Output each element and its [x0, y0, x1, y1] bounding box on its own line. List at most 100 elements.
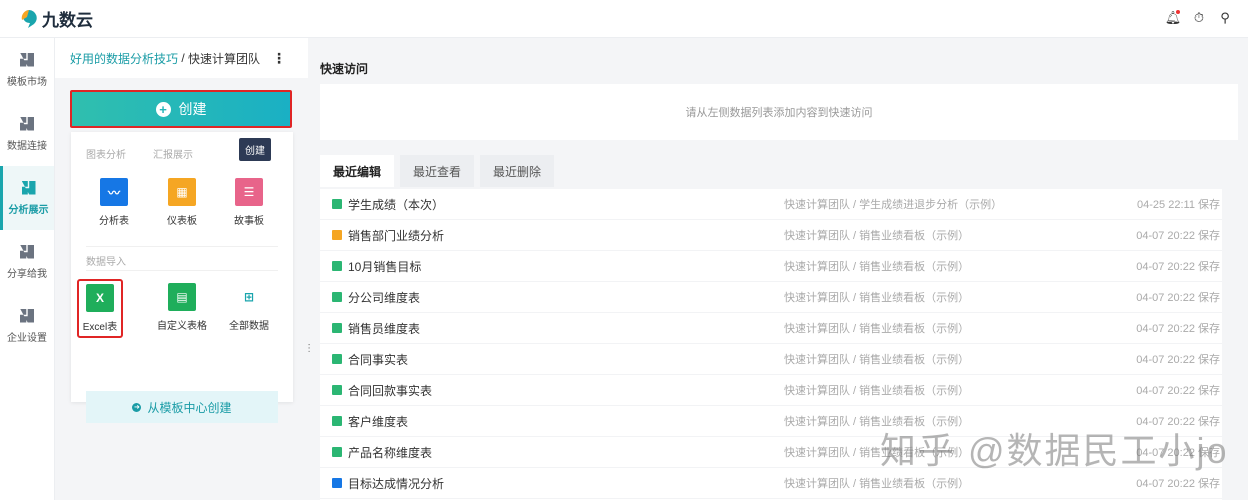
item-time: 04-07 20:22 保存 [1136, 478, 1220, 490]
item-name: 产品名称维度表 [348, 445, 433, 460]
tab-recent-edit[interactable]: 最近编辑 [320, 155, 394, 187]
item-time: 04-07 20:22 保存 [1136, 416, 1220, 428]
item-name: 分公司维度表 [348, 290, 421, 305]
tile-excel[interactable]: X Excel表 [77, 279, 123, 338]
template-button-label: 从模板中心创建 [147, 400, 232, 415]
quick-access-placeholder: 请从左侧数据列表添加内容到快速访问 [685, 107, 873, 119]
recent-list: 学生成绩（本次） 快速计算团队 / 学生成绩进退步分析（示例） 04-25 22:1… [320, 189, 1222, 500]
item-name: 合同事实表 [348, 352, 409, 367]
logo-icon [21, 9, 37, 28]
bell-icon[interactable]: 🔔︎ [1165, 10, 1181, 26]
section-data-import: 数据导入 [86, 257, 126, 268]
breadcrumb: 好用的数据分析技巧 / 快速计算团队 ⋮ [55, 38, 308, 78]
item-path: 快速计算团队 / 销售业绩看板（示例） [784, 385, 970, 397]
item-time: 04-07 20:22 保存 [1136, 230, 1220, 242]
custom-table-icon: ▤ [168, 283, 196, 311]
tile-label: Excel表 [82, 322, 118, 333]
list-item[interactable]: 目标达成情况分析 快速计算团队 / 销售业绩看板（示例） 04-07 20:22 保… [320, 468, 1222, 499]
item-time: 04-07 20:22 保存 [1136, 323, 1220, 335]
nav-enterprise-settings[interactable]: 企业设置 [0, 294, 54, 358]
tile-label: 分析表 [99, 216, 129, 227]
item-name: 客户维度表 [348, 414, 409, 429]
create-button[interactable]: + 创建 [70, 90, 292, 128]
item-time: 04-07 20:22 保存 [1136, 385, 1220, 397]
item-time: 04-07 20:22 保存 [1136, 354, 1220, 366]
list-item[interactable]: 销售员维度表 快速计算团队 / 销售业绩看板（示例） 04-07 20:22 保存 [320, 313, 1222, 344]
list-item[interactable]: 产品名称维度表 快速计算团队 / 销售业绩看板（示例） 04-07 20:22 保存 [320, 437, 1222, 468]
excel-icon: X [86, 284, 114, 312]
connection-icon [20, 116, 34, 131]
list-item[interactable]: 销售部门业绩分析 快速计算团队 / 销售业绩看板（示例） 04-07 20:22 保… [320, 220, 1222, 251]
tab-recent-delete[interactable]: 最近删除 [480, 155, 554, 187]
item-time: 04-07 20:22 保存 [1136, 261, 1220, 273]
template-icon [20, 52, 34, 67]
section-report: 汇报展示 [153, 150, 193, 161]
analysis-icon [332, 478, 342, 488]
item-time: 04-07 20:22 保存 [1136, 292, 1220, 304]
gear-icon [20, 308, 34, 323]
nav-label: 分享给我 [7, 268, 47, 280]
table-icon [332, 199, 342, 209]
list-item[interactable]: 合同回款事实表 快速计算团队 / 销售业绩看板（示例） 04-07 20:22 保存 [320, 375, 1222, 406]
item-name: 合同回款事实表 [348, 383, 433, 398]
nav-label: 分析展示 [8, 204, 49, 216]
list-item[interactable]: 客户维度表 快速计算团队 / 销售业绩看板（示例） 04-07 20:22 保存 [320, 406, 1222, 437]
user-icon[interactable]: ⚲ [1218, 10, 1232, 26]
item-name: 销售部门业绩分析 [348, 228, 445, 243]
tile-storyboard[interactable]: ☰ 故事板 [219, 178, 279, 227]
table-icon [332, 385, 342, 395]
tile-all-data[interactable]: ⊞ 全部数据 [219, 283, 279, 332]
quick-access-box: 请从左侧数据列表添加内容到快速访问 [320, 84, 1238, 140]
nav-label: 模板市场 [7, 76, 47, 88]
item-time: 04-07 20:22 保存 [1136, 447, 1220, 459]
item-name: 销售员维度表 [348, 321, 421, 336]
arrow-right-icon: ➜ [132, 402, 142, 412]
table-icon [332, 354, 342, 364]
nav-shared-with-me[interactable]: 分享给我 [0, 230, 54, 294]
main-content: 快速访问 请从左侧数据列表添加内容到快速访问 最近编辑 最近查看 最近删除 学生… [310, 38, 1248, 500]
nav-label: 数据连接 [7, 140, 47, 152]
table-icon [332, 261, 342, 271]
item-path: 快速计算团队 / 销售业绩看板（示例） [784, 478, 970, 490]
more-icon[interactable]: ⋮ [272, 50, 286, 67]
tile-label: 自定义表格 [157, 321, 207, 332]
item-path: 快速计算团队 / 学生成绩进退步分析（示例） [784, 199, 1003, 211]
app-name: 九数云 [42, 11, 93, 30]
tile-dashboard[interactable]: ▦ 仪表板 [152, 178, 212, 227]
nav-template-market[interactable]: 模板市场 [0, 38, 54, 102]
all-data-icon: ⊞ [235, 283, 263, 311]
item-name: 学生成绩（本次） [348, 197, 445, 212]
table-icon [332, 416, 342, 426]
list-item[interactable]: 分公司维度表 快速计算团队 / 销售业绩看板（示例） 04-07 20:22 保存 [320, 282, 1222, 313]
list-item[interactable]: 合同事实表 快速计算团队 / 销售业绩看板（示例） 04-07 20:22 保存 [320, 344, 1222, 375]
quick-access-title: 快速访问 [320, 62, 369, 76]
create-menu: 图表分析 汇报展示 创建 〰分析表 ▦ 仪表板 ☰ 故事板 数据导入 X Excel表… [71, 132, 293, 423]
list-item[interactable]: 10月销售目标 快速计算团队 / 销售业绩看板（示例） 04-07 20:22 保存 [320, 251, 1222, 282]
tile-label: 故事板 [234, 216, 264, 227]
recent-tabs: 最近编辑 最近查看 最近删除 [320, 155, 554, 187]
tile-custom-table[interactable]: ▤ 自定义表格 [152, 283, 212, 332]
item-path: 快速计算团队 / 销售业绩看板（示例） [784, 230, 970, 242]
item-path: 快速计算团队 / 销售业绩看板（示例） [784, 292, 970, 304]
nav-analysis-display[interactable]: 分析展示 [0, 166, 54, 230]
nav-data-connection[interactable]: 数据连接 [0, 102, 54, 166]
top-header: 九数云 🔔︎ ⏱︎ ⚲ [0, 0, 1248, 38]
chart-icon [21, 180, 36, 195]
table-icon [332, 323, 342, 333]
breadcrumb-current: 快速计算团队 [188, 51, 261, 66]
plus-icon: + [155, 101, 171, 117]
item-path: 快速计算团队 / 销售业绩看板（示例） [784, 416, 970, 428]
tab-recent-view[interactable]: 最近查看 [400, 155, 474, 187]
breadcrumb-parent[interactable]: 好用的数据分析技巧 [70, 50, 178, 67]
app-logo[interactable]: 九数云 [20, 6, 93, 31]
section-chart-analysis: 图表分析 [86, 150, 126, 161]
list-item[interactable]: 学生成绩（本次） 快速计算团队 / 学生成绩进退步分析（示例） 04-25 22:1… [320, 189, 1222, 220]
item-path: 快速计算团队 / 销售业绩看板（示例） [784, 323, 970, 335]
item-path: 快速计算团队 / 销售业绩看板（示例） [784, 261, 970, 273]
tile-label: 全部数据 [229, 321, 269, 332]
create-from-template-button[interactable]: ➜ 从模板中心创建 [86, 391, 278, 423]
tile-analysis-table[interactable]: 〰分析表 [84, 178, 144, 227]
side-nav: 模板市场 数据连接 分析展示 分享给我 企业设置 [0, 38, 55, 500]
item-path: 快速计算团队 / 销售业绩看板（示例） [784, 354, 970, 366]
timer-icon[interactable]: ⏱︎ [1192, 10, 1206, 26]
